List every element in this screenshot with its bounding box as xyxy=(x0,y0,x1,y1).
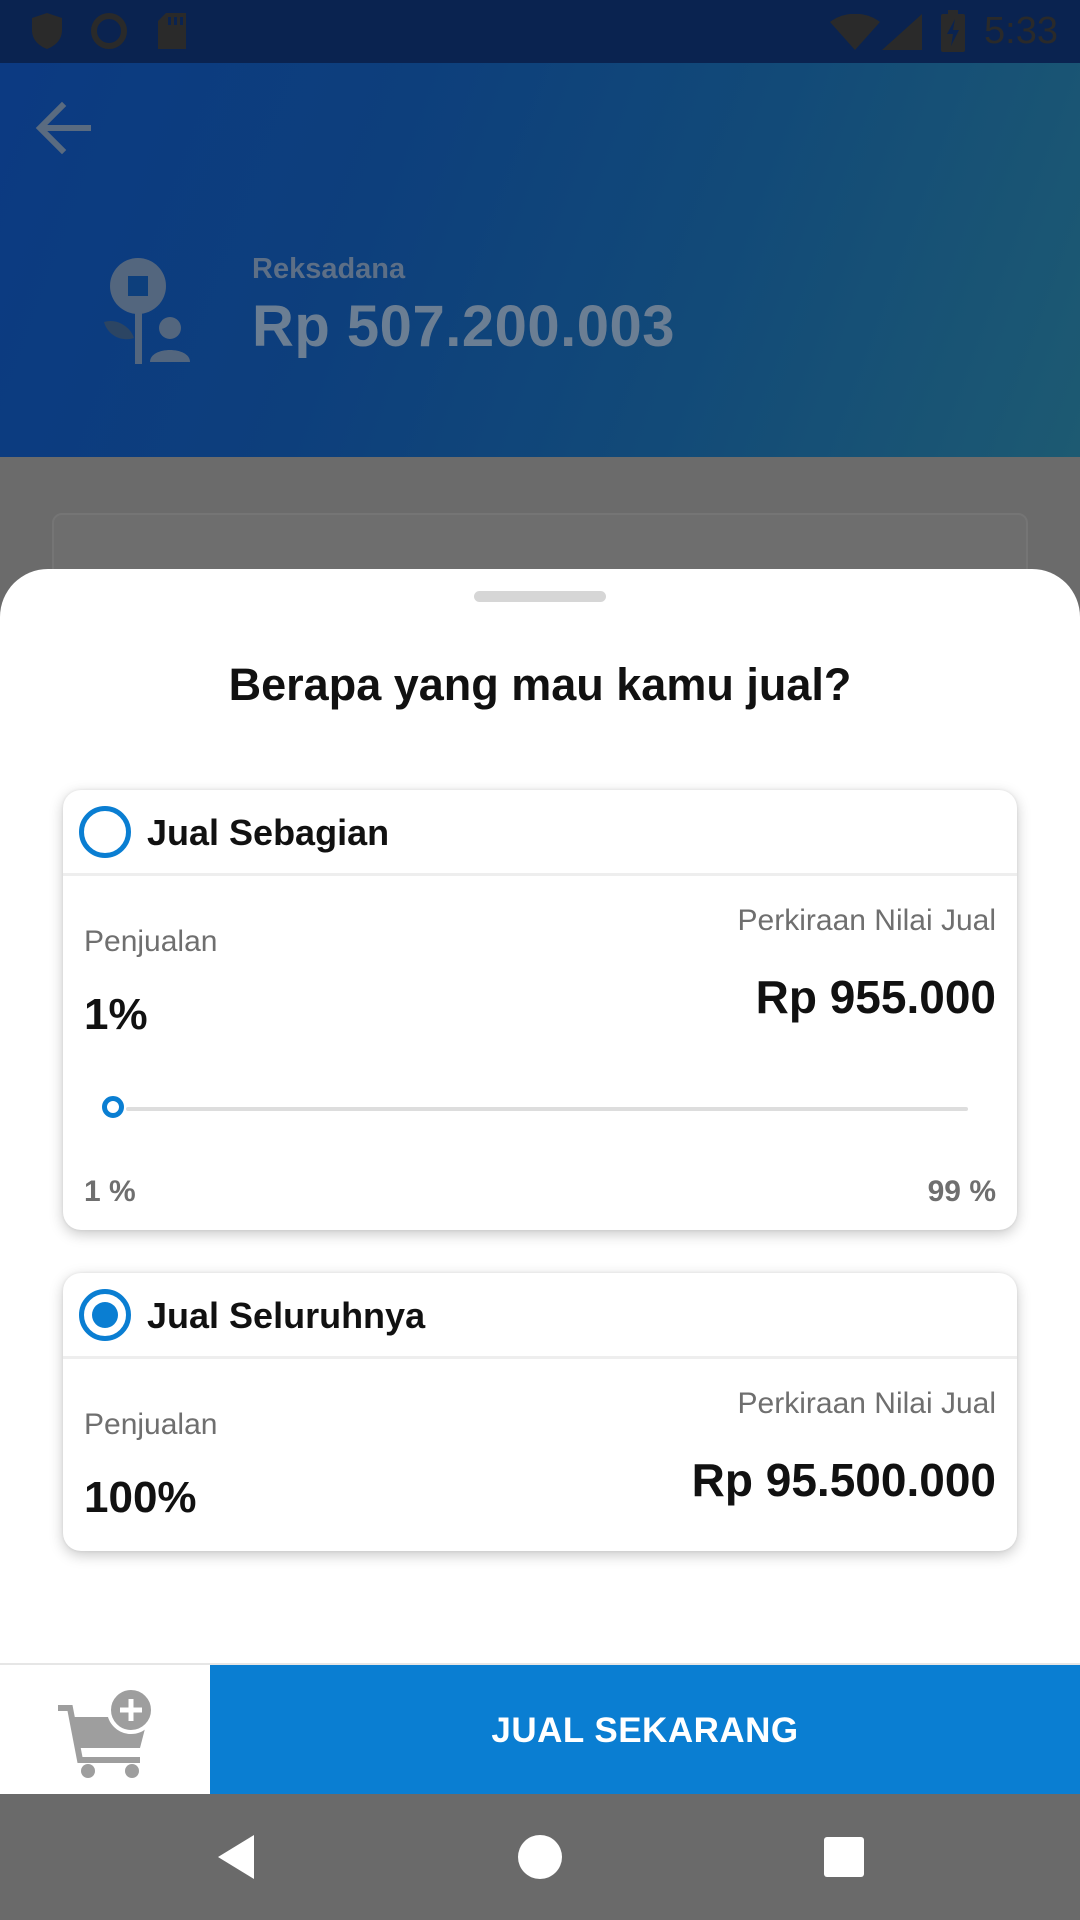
full-sell-title: Jual Seluruhnya xyxy=(147,1295,426,1336)
percentage-slider-thumb[interactable] xyxy=(102,1096,124,1118)
circle-icon xyxy=(91,13,127,49)
recents-square-icon[interactable] xyxy=(816,1829,872,1885)
estimate-value: Rp 955.000 xyxy=(755,971,996,1023)
full-sell-radio[interactable] xyxy=(79,1289,131,1341)
cart-plus-icon xyxy=(58,1686,155,1778)
header: Reksadana Rp 507.200.003 xyxy=(0,63,1080,457)
sheet-drag-handle[interactable] xyxy=(474,591,606,602)
action-bar: JUAL SEKARANG xyxy=(0,1663,1080,1796)
card-header: Jual Seluruhnya xyxy=(63,1273,1017,1359)
slider-max-label: 99 % xyxy=(927,1175,996,1208)
partial-sell-card[interactable]: Jual Sebagian Penjualan Perkiraan Nilai … xyxy=(63,790,1017,1230)
add-to-cart-button[interactable] xyxy=(0,1665,210,1796)
system-nav-bar xyxy=(0,1794,1080,1920)
partial-sell-title: Jual Sebagian xyxy=(147,812,390,853)
shield-icon xyxy=(32,13,62,49)
sale-label: Penjualan xyxy=(84,1408,218,1441)
mutual-fund-icon xyxy=(104,258,190,364)
battery-charging-icon xyxy=(941,10,965,52)
card-header: Jual Sebagian xyxy=(63,790,1017,876)
estimate-label: Perkiraan Nilai Jual xyxy=(737,1387,996,1420)
back-triangle-icon[interactable] xyxy=(212,1829,268,1885)
sell-bottom-sheet: Berapa yang mau kamu jual? Jual Sebagian… xyxy=(0,569,1080,1663)
percentage-slider-track[interactable] xyxy=(126,1107,968,1111)
estimate-label: Perkiraan Nilai Jual xyxy=(737,904,996,937)
estimate-value: Rp 95.500.000 xyxy=(691,1454,996,1506)
home-circle-icon[interactable] xyxy=(512,1829,568,1885)
sale-percentage: 100% xyxy=(84,1473,197,1522)
slider-min-label: 1 % xyxy=(84,1175,136,1208)
sd-card-icon xyxy=(158,13,186,49)
portfolio-amount: Rp 507.200.003 xyxy=(252,294,675,359)
wifi-icon xyxy=(830,14,880,50)
arrow-left-icon xyxy=(35,101,91,155)
sell-now-button[interactable]: JUAL SEKARANG xyxy=(210,1665,1080,1796)
category-label: Reksadana xyxy=(252,253,406,285)
sale-label: Penjualan xyxy=(84,925,218,958)
full-sell-card[interactable]: Jual Seluruhnya Penjualan Perkiraan Nila… xyxy=(63,1273,1017,1551)
back-button[interactable] xyxy=(28,93,98,163)
sale-percentage: 1% xyxy=(84,990,148,1039)
sheet-title: Berapa yang mau kamu jual? xyxy=(228,659,852,710)
partial-sell-radio[interactable] xyxy=(79,806,131,858)
status-time: 5:33 xyxy=(984,10,1058,52)
status-bar: 5:33 xyxy=(0,0,1080,63)
signal-icon xyxy=(882,14,922,50)
